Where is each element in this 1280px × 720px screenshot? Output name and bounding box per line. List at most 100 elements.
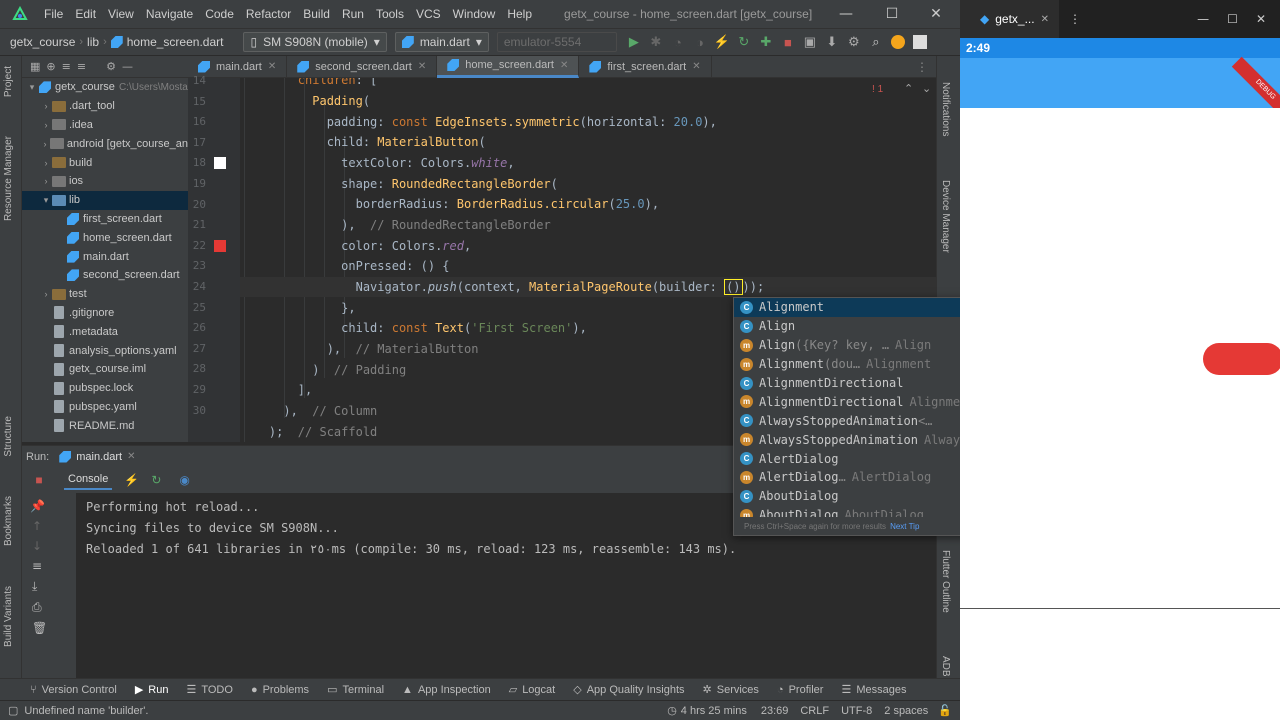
- menu-code[interactable]: Code: [199, 7, 240, 21]
- close-icon[interactable]: ✕: [1256, 12, 1266, 26]
- tree-item[interactable]: › .idea: [22, 116, 188, 135]
- next-highlight-icon[interactable]: ⌄: [922, 82, 931, 95]
- tree-item[interactable]: analysis_options.yaml: [22, 341, 188, 360]
- status-message[interactable]: Undefined name 'builder'.: [24, 705, 148, 717]
- menu-tools[interactable]: Tools: [370, 7, 410, 21]
- breadcrumb-folder[interactable]: lib: [83, 35, 103, 49]
- target-icon[interactable]: ⊕: [46, 60, 55, 73]
- tab-profiler[interactable]: ◔ Profiler: [768, 684, 833, 696]
- expand-arrow-icon[interactable]: ›: [40, 158, 52, 168]
- expand-arrow-icon[interactable]: ›: [40, 289, 52, 299]
- menu-help[interactable]: Help: [501, 7, 538, 21]
- maximize-icon[interactable]: ☐: [1227, 12, 1238, 26]
- caret-position[interactable]: 23:69: [761, 705, 789, 717]
- tab-terminal[interactable]: ▭ Terminal: [318, 683, 393, 697]
- notifications-tool-label[interactable]: Notifications: [940, 82, 951, 136]
- menu-build[interactable]: Build: [297, 7, 336, 21]
- tree-item[interactable]: ▾ lib: [22, 190, 188, 210]
- coverage-icon[interactable]: ◑: [689, 31, 711, 53]
- menu-file[interactable]: File: [38, 7, 69, 21]
- resource-manager-tool-label[interactable]: Resource Manager: [3, 136, 14, 221]
- tree-item[interactable]: first_screen.dart: [22, 210, 188, 229]
- breadcrumb-project[interactable]: getx_course: [0, 35, 79, 49]
- structure-tool-label[interactable]: Structure: [3, 416, 14, 457]
- tree-item[interactable]: second_screen.dart: [22, 266, 188, 285]
- attach-debugger-icon[interactable]: ✚: [755, 31, 777, 53]
- expand-arrow-icon[interactable]: ›: [40, 139, 50, 149]
- tree-item[interactable]: pubspec.yaml: [22, 398, 188, 417]
- line-separator[interactable]: CRLF: [800, 705, 829, 717]
- close-tab-icon[interactable]: ✕: [127, 451, 135, 462]
- expand-arrow-icon[interactable]: ›: [40, 101, 52, 111]
- tab-run[interactable]: ▶ Run: [126, 683, 178, 697]
- indent-setting[interactable]: 2 spaces: [884, 705, 928, 717]
- tree-item[interactable]: .metadata: [22, 322, 188, 341]
- flutter-outline-tool-label[interactable]: Flutter Outline: [940, 550, 951, 613]
- tree-item[interactable]: pubspec.lock: [22, 379, 188, 398]
- tab-app-quality-insights[interactable]: ◇ App Quality Insights: [564, 683, 693, 697]
- emulator-tab[interactable]: ◆ getx_... ✕: [960, 0, 1059, 38]
- close-tab-icon[interactable]: ✕: [268, 61, 276, 72]
- tab-services[interactable]: ✲ Services: [694, 683, 768, 697]
- down-arrow-icon[interactable]: ↓: [32, 539, 76, 553]
- uptime[interactable]: ◷ 4 hrs 25 mins: [667, 704, 747, 718]
- tree-item[interactable]: ▾ getx_course C:\Users\Mosta: [22, 78, 188, 97]
- more-icon[interactable]: ⋮: [1069, 12, 1081, 26]
- close-icon[interactable]: ✕: [914, 0, 958, 28]
- expand-arrow-icon[interactable]: ›: [40, 120, 52, 130]
- pin-icon[interactable]: 📌: [30, 499, 76, 513]
- avatar[interactable]: [909, 31, 931, 53]
- stop-icon[interactable]: ■: [28, 469, 50, 491]
- tab-home-screen[interactable]: home_screen.dart ✕: [437, 55, 580, 78]
- trash-icon[interactable]: 🗑: [32, 621, 76, 635]
- menu-window[interactable]: Window: [447, 7, 502, 21]
- status-layout-icon[interactable]: ▢: [0, 704, 18, 717]
- devtools-icon[interactable]: ◉: [179, 473, 189, 487]
- hide-icon[interactable]: —: [122, 60, 133, 73]
- tab-menu-icon[interactable]: ⋮: [916, 60, 928, 74]
- first-screen-button[interactable]: [1203, 343, 1280, 375]
- menu-refactor[interactable]: Refactor: [240, 7, 297, 21]
- print-icon[interactable]: ⎙: [32, 600, 76, 615]
- close-tab-icon[interactable]: ✕: [1041, 14, 1049, 25]
- close-tab-icon[interactable]: ✕: [692, 61, 700, 72]
- file-encoding[interactable]: UTF-8: [841, 705, 872, 717]
- menu-view[interactable]: View: [102, 7, 140, 21]
- search-icon[interactable]: ⌕: [865, 31, 887, 53]
- sdk-manager-icon[interactable]: ⬇: [821, 31, 843, 53]
- tree-item[interactable]: .gitignore: [22, 304, 188, 323]
- device-manager-icon[interactable]: ▣: [799, 31, 821, 53]
- settings-icon[interactable]: ⚙: [843, 31, 865, 53]
- hot-reload-icon[interactable]: ⚡: [124, 473, 139, 487]
- tree-item[interactable]: main.dart: [22, 247, 188, 266]
- debug-icon[interactable]: ✱: [645, 31, 667, 53]
- tab-logcat[interactable]: ▱ Logcat: [500, 683, 565, 697]
- tab-second-screen[interactable]: second_screen.dart ✕: [287, 55, 438, 78]
- close-tab-icon[interactable]: ✕: [560, 60, 568, 71]
- close-tab-icon[interactable]: ✕: [418, 61, 426, 72]
- hot-reload-icon[interactable]: ⚡: [711, 31, 733, 53]
- tab-todo[interactable]: ☰ TODO: [177, 683, 241, 697]
- menu-run[interactable]: Run: [336, 7, 370, 21]
- minimize-icon[interactable]: —: [824, 0, 868, 28]
- expand-arrow-icon[interactable]: ▾: [40, 195, 52, 206]
- bookmarks-tool-label[interactable]: Bookmarks: [3, 496, 14, 546]
- console-tab[interactable]: Console: [64, 470, 113, 490]
- tree-item[interactable]: home_screen.dart: [22, 228, 188, 247]
- expand-arrow-icon[interactable]: ›: [40, 176, 52, 186]
- scroll-to-end-icon[interactable]: ⤓: [32, 579, 76, 594]
- next-tip-link[interactable]: Next Tip: [890, 522, 919, 531]
- adb-tool-label[interactable]: ADB: [940, 656, 951, 677]
- run-icon[interactable]: ▶: [623, 31, 645, 53]
- profile-icon[interactable]: ◔: [667, 31, 689, 53]
- update-icon[interactable]: [887, 31, 909, 53]
- hot-restart-icon[interactable]: ↻: [151, 473, 161, 487]
- tab-app-inspection[interactable]: ▲ App Inspection: [393, 684, 500, 696]
- tab-first-screen[interactable]: first_screen.dart ✕: [579, 55, 712, 78]
- hot-restart-icon[interactable]: ↻: [733, 31, 755, 53]
- project-tool-label[interactable]: Project: [3, 66, 14, 97]
- gear-icon[interactable]: ⚙: [106, 60, 116, 73]
- tab-version-control[interactable]: ⑂ Version Control: [0, 684, 126, 696]
- error-indicator[interactable]: ! 1: [872, 84, 883, 95]
- menu-vcs[interactable]: VCS: [410, 7, 447, 21]
